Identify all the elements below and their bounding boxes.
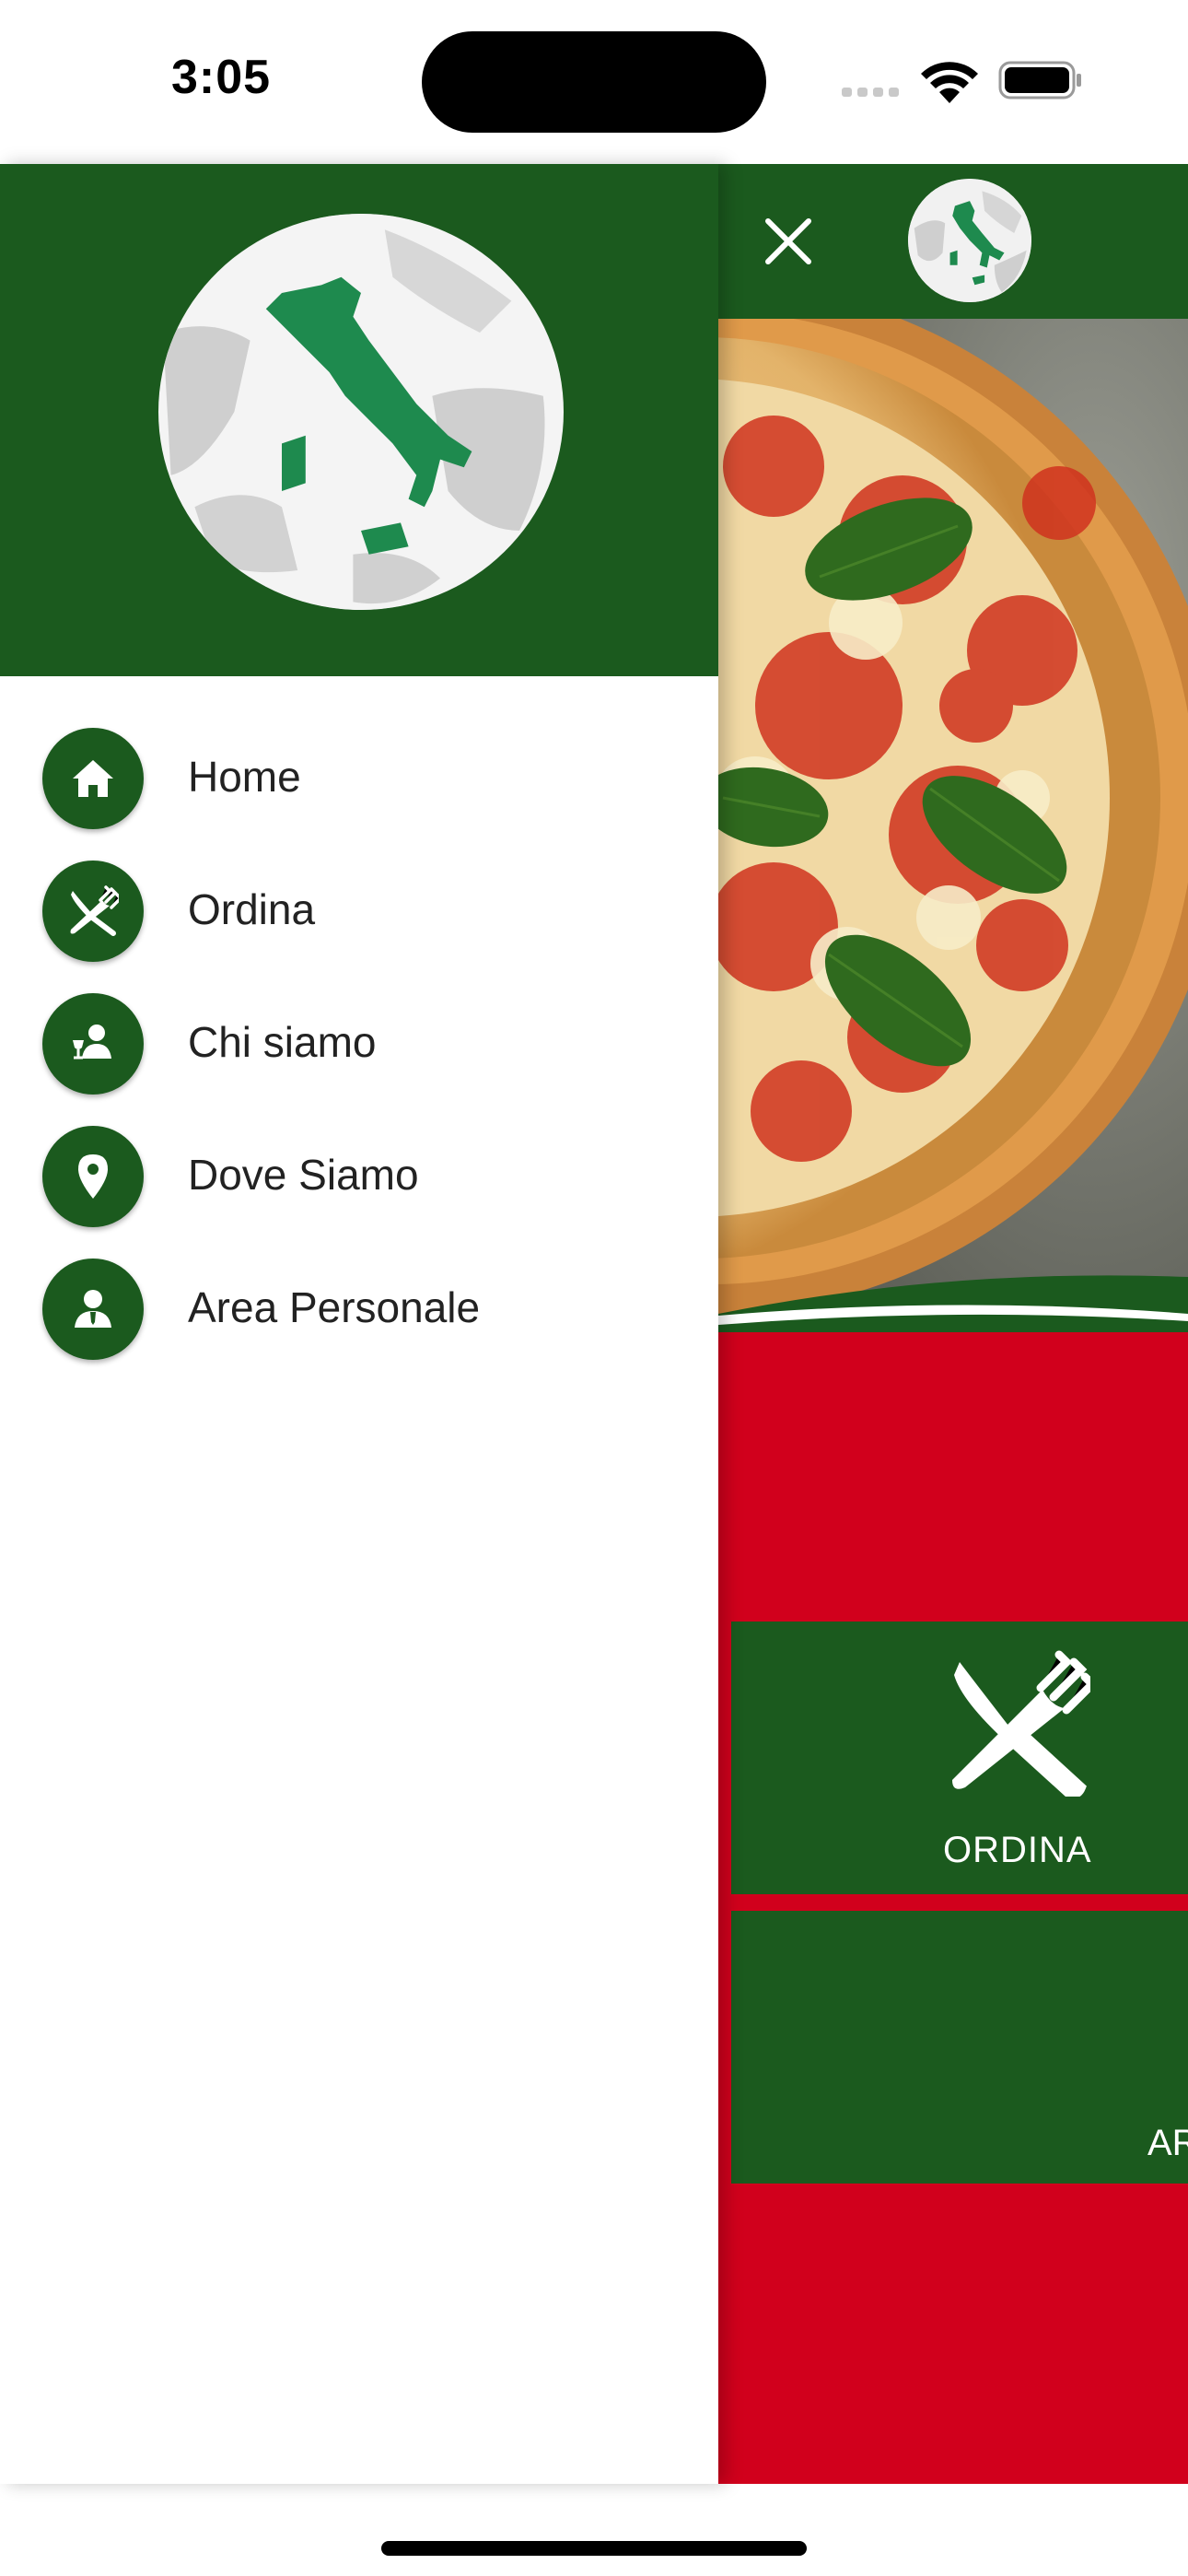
main-header — [718, 164, 1188, 319]
location-pin-icon — [42, 1126, 144, 1227]
fork-knife-icon — [42, 861, 144, 962]
menu-item-home[interactable]: Home — [0, 724, 718, 835]
personal-area-tile[interactable]: AR — [731, 1911, 1188, 2184]
menu-item-label: Ordina — [188, 885, 316, 933]
menu-item-label: Area Personale — [188, 1283, 481, 1331]
navigation-drawer: Home Ordina Chi siamo Dove Siamo Area Pe… — [0, 164, 718, 2484]
status-time: 3:05 — [171, 51, 272, 104]
menu-item-chi-siamo[interactable]: Chi siamo — [0, 989, 718, 1100]
menu-item-ordina[interactable]: Ordina — [0, 857, 718, 967]
close-icon[interactable] — [761, 214, 816, 269]
menu-item-area-personale[interactable]: Area Personale — [0, 1255, 718, 1365]
home-indicator[interactable] — [381, 2541, 807, 2556]
fork-knife-icon — [952, 1650, 1090, 1797]
dynamic-island — [422, 31, 766, 133]
order-tile[interactable]: ORDINA — [731, 1622, 1188, 1894]
personal-area-tile-label: AR — [1147, 2123, 1188, 2163]
main-screen: ORDINA AR — [718, 164, 1188, 2484]
menu-item-label: Chi siamo — [188, 1018, 377, 1066]
hero-image — [718, 319, 1188, 1332]
cellular-signal-icon — [842, 85, 904, 101]
order-tile-label: ORDINA — [943, 1830, 1092, 1870]
home-icon — [42, 728, 144, 829]
header-logo-icon[interactable] — [908, 179, 1031, 302]
menu-item-dove-siamo[interactable]: Dove Siamo — [0, 1122, 718, 1233]
status-bar: 3:05 — [0, 0, 1188, 164]
user-icon — [42, 1259, 144, 1360]
italy-globe-logo — [158, 214, 564, 610]
menu-item-label: Home — [188, 753, 301, 801]
battery-icon — [998, 61, 1081, 100]
menu-item-label: Dove Siamo — [188, 1151, 419, 1199]
drawer-header — [0, 164, 718, 676]
waiter-icon — [42, 993, 144, 1095]
wifi-icon — [921, 62, 978, 103]
